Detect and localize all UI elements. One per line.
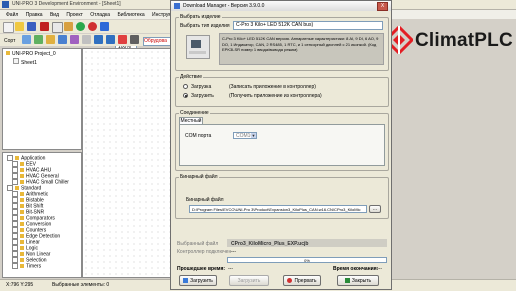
menu-file[interactable]: Файл [6, 12, 18, 18]
com-port-select[interactable]: COM16 ▼ [233, 132, 257, 139]
action-group [175, 77, 389, 107]
menu-project[interactable]: Проект [66, 12, 82, 18]
arrow-up-icon[interactable] [94, 35, 103, 44]
elapsed-value: --- [228, 266, 233, 272]
close-button[interactable]: Закрыть [337, 275, 379, 286]
controller-label: Контроллер подключен [177, 249, 232, 255]
cut-icon[interactable] [40, 22, 49, 31]
build-icon[interactable] [76, 22, 85, 31]
arrow-right-icon[interactable] [34, 35, 43, 44]
library-tree: Application EEV HVAC AHU HVAC General HV… [2, 152, 82, 278]
remaining-label: Время окончания: [333, 266, 379, 272]
download-icon[interactable] [100, 22, 109, 31]
progress-text: 0% [304, 258, 310, 263]
sheet-icon [13, 58, 19, 64]
remaining-value: --- [377, 266, 382, 272]
action-group-label: Действие [179, 74, 203, 80]
paste-icon[interactable] [64, 22, 73, 31]
dialog-title: Download Manager - Версия 3.9.0.0 [183, 3, 265, 9]
error-icon[interactable] [118, 35, 127, 44]
grid-icon[interactable] [58, 35, 67, 44]
radio-load-hint: (Записать приложение в контроллер) [229, 84, 316, 90]
close-icon[interactable]: X [377, 2, 388, 11]
selected-file-value: CPro3_KiloMicro_Plus_EXP.ucjb [231, 241, 309, 247]
radio-upload-label[interactable]: Загрузить [191, 93, 214, 99]
stop-button[interactable]: Прервать [283, 275, 321, 286]
connection-tab-panel [179, 124, 385, 166]
menu-edit[interactable]: Правка [26, 12, 43, 18]
sort-label: Сорт [4, 38, 16, 44]
product-group-label: Выбрать изделие [179, 14, 222, 20]
arrow-left-icon[interactable] [22, 35, 31, 44]
sheet-item[interactable]: Sheet1 [13, 58, 37, 66]
product-description: C-Pro 3 Kilo+ LED 512K CAN версия. Аппар… [222, 36, 379, 52]
radio-upload[interactable] [183, 93, 188, 98]
variable-icon[interactable] [70, 35, 79, 44]
upload-button[interactable]: Загрузить [229, 275, 269, 286]
elapsed-label: Прошедшее время: [177, 266, 226, 272]
binary-path-field[interactable]: D:\Program Files\EVCO\UNI-Pro 3\Product\… [189, 205, 367, 213]
status-selected: Выбранные элементы: 0 [52, 282, 110, 288]
dialog-title-bar: Download Manager - Версия 3.9.0.0 X [171, 1, 391, 11]
status-coords: X:796 Y:295 [6, 282, 34, 288]
open-folder-icon[interactable] [15, 22, 24, 31]
project-tree: UNI-PRO Project_0 Sheet1 [2, 48, 82, 150]
library-item[interactable]: Timers [12, 263, 41, 269]
climatplc-logo: ClimatPLC [385, 22, 513, 58]
copy-icon[interactable] [52, 22, 63, 33]
menu-library[interactable]: Библиотека [117, 12, 144, 18]
com-port-label: COM порта [185, 133, 212, 139]
exit-icon [344, 278, 350, 284]
download-manager-dialog: Download Manager - Версия 3.9.0.0 X Выбр… [170, 0, 392, 290]
radio-upload-hint: (Получить приложение из контроллера) [229, 93, 322, 99]
folder-icon[interactable] [46, 35, 55, 44]
new-file-icon[interactable] [3, 22, 14, 33]
radio-load[interactable] [183, 84, 188, 89]
binary-group-label: Бинарный файл [179, 174, 219, 180]
tool-icon[interactable] [82, 35, 91, 44]
radio-load-label[interactable]: Загрузка [191, 84, 211, 90]
arrow-down-icon[interactable] [106, 35, 115, 44]
load-button[interactable]: Загрузить [179, 275, 217, 286]
settings-icon[interactable] [130, 35, 139, 44]
selected-file-label: Выбранный файл [177, 241, 219, 247]
equipment-select[interactable]: Обрудова [143, 37, 172, 46]
product-type-select[interactable]: C-Pro 3 Kilo+ LED 512K CAN bus) [233, 21, 383, 30]
controller-value: --- [231, 249, 236, 255]
app-icon [2, 1, 9, 8]
device-image [186, 35, 210, 59]
menu-view[interactable]: Вид [50, 12, 59, 18]
logo-text: ClimatPLC [415, 30, 513, 51]
stop-icon[interactable] [88, 22, 97, 31]
stop-icon [287, 278, 293, 284]
download-icon [183, 278, 189, 284]
dialog-icon [174, 3, 180, 9]
project-root[interactable]: UNI-PRO Project_0 [6, 51, 56, 57]
menu-debug[interactable]: Отладка [90, 12, 110, 18]
connection-group-label: Соединение [179, 110, 210, 116]
product-type-label: Выбрать тип изделия [180, 23, 230, 29]
ide-title: UNI-PRO 3 Development Environment - [She… [12, 1, 121, 7]
project-icon [6, 51, 10, 55]
save-icon[interactable] [27, 22, 36, 31]
browse-button[interactable]: ... [369, 205, 381, 213]
chevron-down-icon: ▼ [251, 133, 256, 138]
product-description-panel: C-Pro 3 Kilo+ LED 512K CAN версия. Аппар… [219, 33, 384, 65]
ide-toolbar: 100% [0, 20, 170, 50]
sheet-canvas[interactable] [82, 48, 172, 278]
progress-bar: 0% [227, 257, 387, 263]
binary-file-label: Бинарный файл [186, 197, 224, 203]
